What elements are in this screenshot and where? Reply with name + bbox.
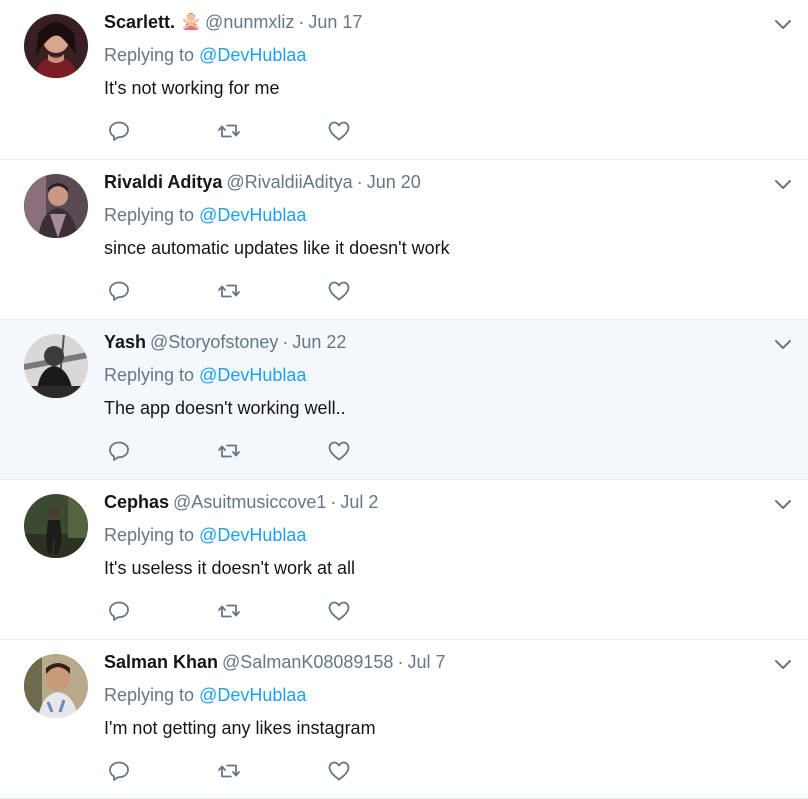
tweet-date[interactable]: Jun 17 bbox=[308, 12, 362, 32]
avatar[interactable] bbox=[24, 494, 88, 558]
like-button[interactable] bbox=[324, 116, 354, 146]
user-handle[interactable]: @SalmanK08089158 bbox=[222, 652, 393, 672]
replying-to-label: Replying to bbox=[104, 685, 195, 705]
replying-to: Replying to @DevHublaa bbox=[104, 683, 306, 707]
retweet-icon bbox=[218, 124, 240, 138]
separator-dot: · bbox=[356, 172, 363, 192]
tweet-date[interactable]: Jul 2 bbox=[340, 492, 378, 512]
retweet-button[interactable] bbox=[214, 276, 244, 306]
like-button[interactable] bbox=[324, 276, 354, 306]
tweet[interactable]: Scarlett. @nunmxliz · Jun 17 Replying to @D… bbox=[0, 0, 808, 160]
display-name[interactable]: Rivaldi Aditya bbox=[104, 172, 222, 192]
user-handle[interactable]: @Storyofstoney bbox=[150, 332, 278, 352]
separator-dot: · bbox=[397, 652, 404, 672]
separator-dot: · bbox=[298, 12, 305, 32]
like-button[interactable] bbox=[324, 436, 354, 466]
replying-to: Replying to @DevHublaa bbox=[104, 523, 306, 547]
retweet-button[interactable] bbox=[214, 436, 244, 466]
reply-button[interactable] bbox=[104, 276, 134, 306]
display-name[interactable]: Yash bbox=[104, 332, 146, 352]
replying-to: Replying to @DevHublaa bbox=[104, 203, 306, 227]
mention-link[interactable]: @DevHublaa bbox=[199, 205, 306, 225]
more-options-button[interactable] bbox=[772, 494, 794, 516]
replying-to-label: Replying to bbox=[104, 365, 195, 385]
mention-link[interactable]: @DevHublaa bbox=[199, 525, 306, 545]
more-options-button[interactable] bbox=[772, 654, 794, 676]
tweet-text: since automatic updates like it doesn't … bbox=[104, 238, 450, 258]
tweet[interactable]: Rivaldi Aditya @RivaldiiAditya · Jun 20 Rep… bbox=[0, 160, 808, 320]
chevron-down-icon bbox=[775, 340, 791, 349]
more-options-button[interactable] bbox=[772, 14, 794, 36]
avatar[interactable] bbox=[24, 14, 88, 78]
replying-to-label: Replying to bbox=[104, 525, 195, 545]
mention-link[interactable]: @DevHublaa bbox=[199, 685, 306, 705]
heart-icon bbox=[328, 601, 350, 621]
retweet-button[interactable] bbox=[214, 116, 244, 146]
reply-icon bbox=[109, 121, 129, 141]
avatar[interactable] bbox=[24, 654, 88, 718]
like-button[interactable] bbox=[324, 596, 354, 626]
separator-dot: · bbox=[330, 492, 337, 512]
retweet-button[interactable] bbox=[214, 756, 244, 786]
tweet-header: Cephas @Asuitmusiccove1 · Jul 2 bbox=[104, 490, 378, 514]
display-name[interactable]: Cephas bbox=[104, 492, 169, 512]
display-name[interactable]: Scarlett. bbox=[104, 12, 175, 32]
avatar[interactable] bbox=[24, 334, 88, 398]
tweet[interactable]: Cephas @Asuitmusiccove1 · Jul 2 Replying to… bbox=[0, 480, 808, 640]
chevron-down-icon bbox=[775, 500, 791, 509]
heart-icon bbox=[328, 121, 350, 141]
retweet-button[interactable] bbox=[214, 596, 244, 626]
tweet-text: It's not working for me bbox=[104, 78, 280, 98]
heart-icon bbox=[328, 761, 350, 781]
like-button[interactable] bbox=[324, 756, 354, 786]
chevron-down-icon bbox=[775, 660, 791, 669]
retweet-icon bbox=[218, 444, 240, 458]
tweet-date[interactable]: Jun 22 bbox=[292, 332, 346, 352]
mention-link[interactable]: @DevHublaa bbox=[199, 45, 306, 65]
replying-to: Replying to @DevHublaa bbox=[104, 43, 306, 67]
user-handle[interactable]: @Asuitmusiccove1 bbox=[173, 492, 326, 512]
replying-to-label: Replying to bbox=[104, 205, 195, 225]
retweet-icon bbox=[218, 764, 240, 778]
reply-icon bbox=[109, 281, 129, 301]
user-handle[interactable]: @RivaldiiAditya bbox=[226, 172, 352, 192]
reply-icon bbox=[109, 761, 129, 781]
more-options-button[interactable] bbox=[772, 334, 794, 356]
reply-icon bbox=[109, 601, 129, 621]
tweet-header: Yash @Storyofstoney · Jun 22 bbox=[104, 330, 346, 354]
retweet-icon bbox=[218, 284, 240, 298]
more-options-button[interactable] bbox=[772, 174, 794, 196]
reply-feed: Scarlett. @nunmxliz · Jun 17 Replying to @D… bbox=[0, 0, 808, 799]
mention-link[interactable]: @DevHublaa bbox=[199, 365, 306, 385]
tweet-header: Rivaldi Aditya @RivaldiiAditya · Jun 20 bbox=[104, 170, 421, 194]
heart-icon bbox=[328, 281, 350, 301]
tweet-date[interactable]: Jul 7 bbox=[407, 652, 445, 672]
tweet-text: The app doesn't working well.. bbox=[104, 398, 346, 418]
tweet-text: It's useless it doesn't work at all bbox=[104, 558, 355, 578]
tweet-text: I'm not getting any likes instagram bbox=[104, 718, 376, 738]
tweet[interactable]: Salman Khan @SalmanK08089158 · Jul 7 Replyi… bbox=[0, 640, 808, 799]
chevron-down-icon bbox=[775, 180, 791, 189]
chevron-down-icon bbox=[775, 20, 791, 29]
reply-button[interactable] bbox=[104, 756, 134, 786]
separator-dot: · bbox=[282, 332, 289, 352]
heart-icon bbox=[328, 441, 350, 461]
tweet-date[interactable]: Jun 20 bbox=[367, 172, 421, 192]
avatar[interactable] bbox=[24, 174, 88, 238]
tweet[interactable]: Yash @Storyofstoney · Jun 22 Replying to @D… bbox=[0, 320, 808, 480]
replying-to: Replying to @DevHublaa bbox=[104, 363, 306, 387]
reply-button[interactable] bbox=[104, 436, 134, 466]
user-handle[interactable]: @nunmxliz bbox=[205, 12, 294, 32]
retweet-icon bbox=[218, 604, 240, 618]
person-gesturing-no-emoji bbox=[181, 11, 201, 31]
tweet-header: Salman Khan @SalmanK08089158 · Jul 7 bbox=[104, 650, 445, 674]
reply-button[interactable] bbox=[104, 596, 134, 626]
tweet-header: Scarlett. @nunmxliz · Jun 17 bbox=[104, 10, 362, 34]
reply-button[interactable] bbox=[104, 116, 134, 146]
replying-to-label: Replying to bbox=[104, 45, 195, 65]
display-name[interactable]: Salman Khan bbox=[104, 652, 218, 672]
reply-icon bbox=[109, 441, 129, 461]
